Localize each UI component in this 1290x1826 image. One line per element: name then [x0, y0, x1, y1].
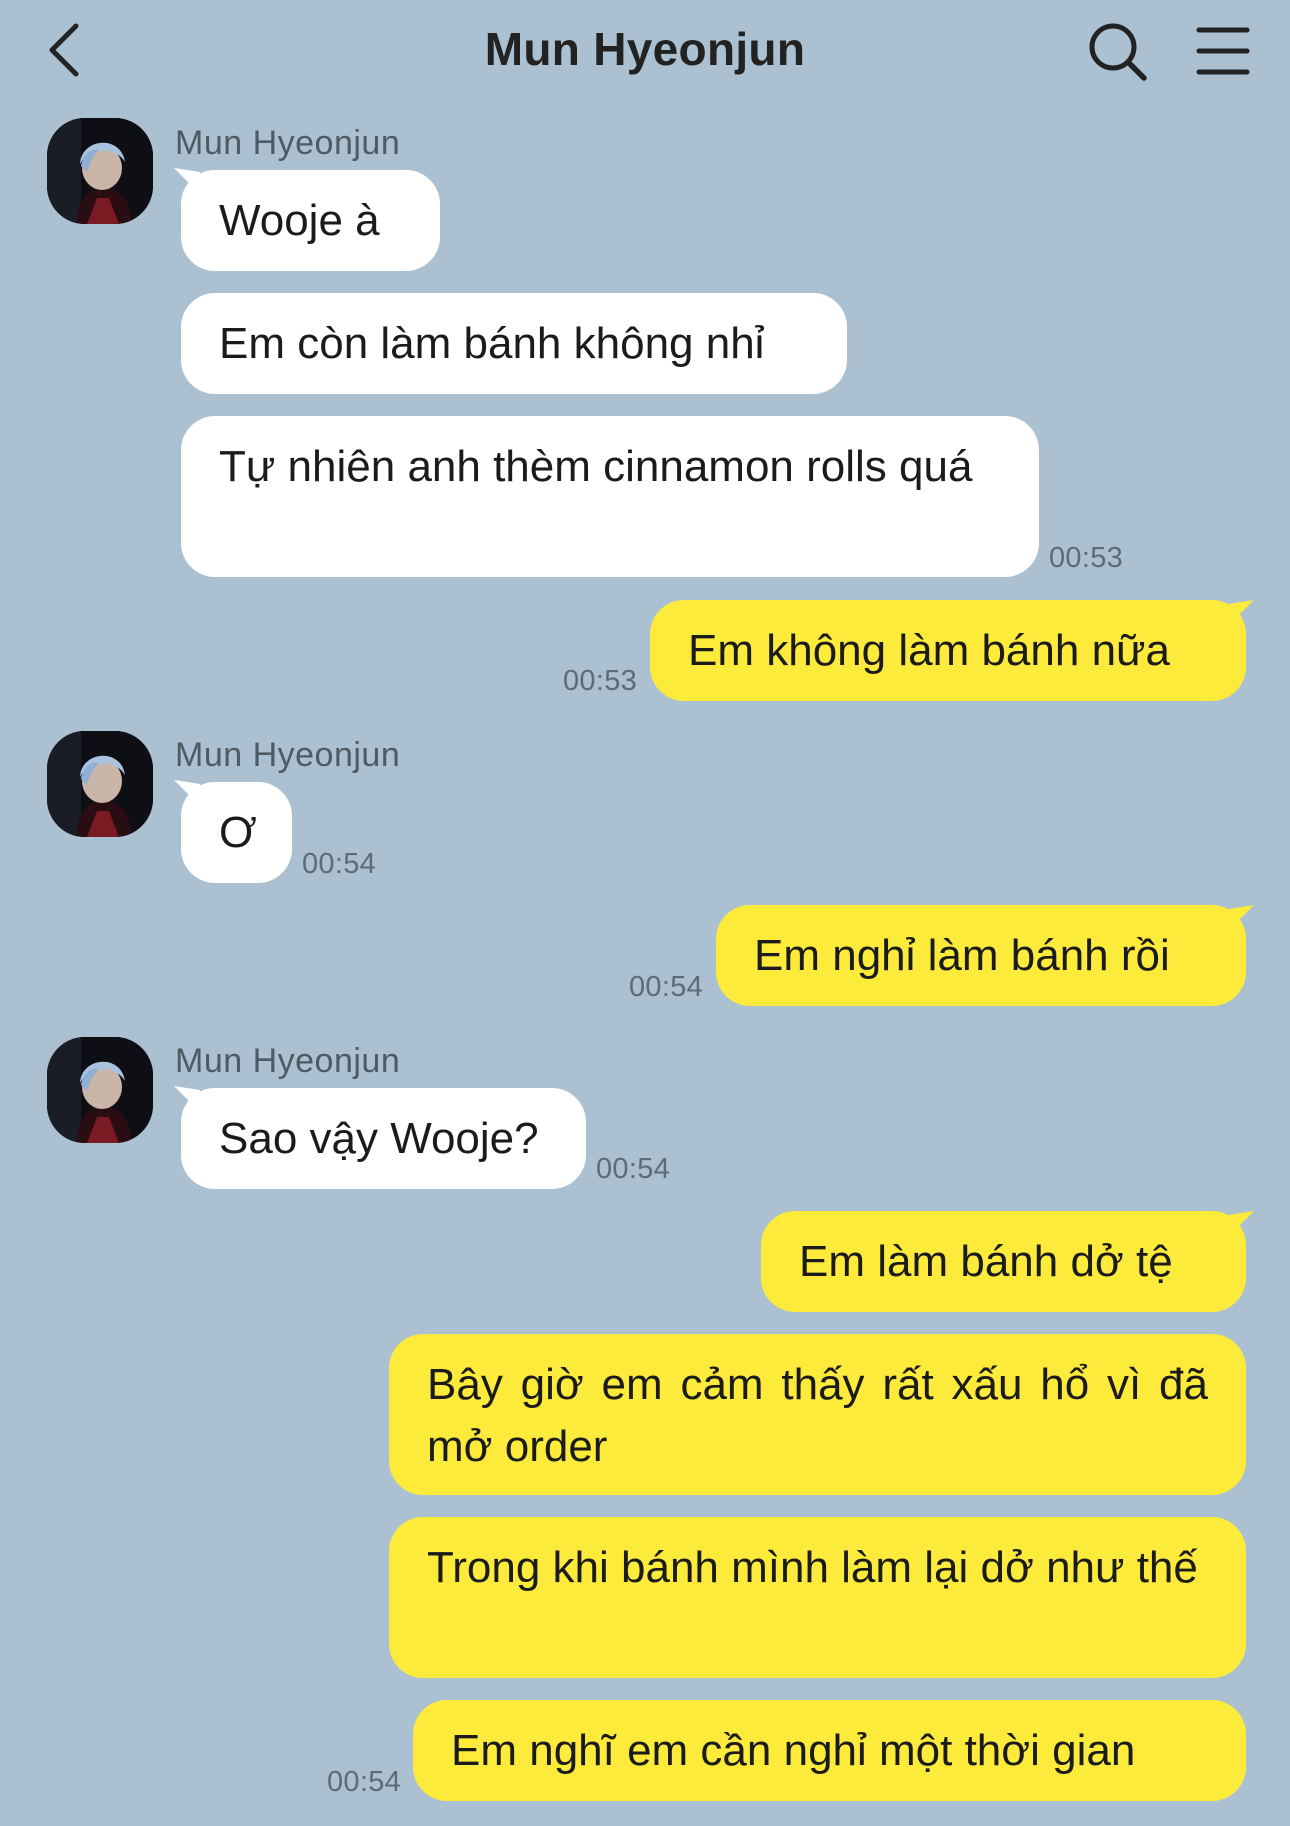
- menu-button[interactable]: [1196, 24, 1250, 78]
- message-bubble-incoming[interactable]: Em còn làm bánh không nhỉ: [181, 293, 847, 394]
- chat-header: Mun Hyeonjun: [0, 0, 1290, 100]
- sender-name: Mun Hyeonjun: [175, 1042, 401, 1080]
- message-bubble-incoming[interactable]: Wooje à: [181, 170, 440, 271]
- message-timestamp: 00:53: [563, 665, 638, 697]
- avatar[interactable]: [47, 1037, 153, 1143]
- message-timestamp: 00:54: [596, 1153, 671, 1185]
- search-icon: [1089, 23, 1147, 81]
- search-button[interactable]: [1086, 20, 1150, 84]
- message-timestamp: 00:54: [327, 1766, 402, 1798]
- avatar[interactable]: [47, 118, 153, 224]
- message-timestamp: 00:54: [302, 848, 377, 880]
- message-bubble-outgoing[interactable]: Em làm bánh dở tệ: [761, 1211, 1246, 1312]
- message-timestamp: 00:53: [1049, 542, 1124, 574]
- sender-name: Mun Hyeonjun: [175, 736, 401, 774]
- message-bubble-outgoing[interactable]: Bây giờ em cảm thấy rất xấu hổ vì đã mở …: [389, 1334, 1246, 1495]
- message-bubble-incoming[interactable]: Sao vậy Wooje?: [181, 1088, 586, 1189]
- message-bubble-outgoing[interactable]: Trong khi bánh mình làm lại dở như thế: [389, 1517, 1246, 1678]
- message-bubble-outgoing[interactable]: Em nghỉ làm bánh rồi: [716, 905, 1246, 1006]
- hamburger-menu-icon: [1196, 27, 1250, 75]
- message-timestamp: 00:54: [629, 971, 704, 1003]
- sender-name: Mun Hyeonjun: [175, 124, 401, 162]
- avatar[interactable]: [47, 731, 153, 837]
- message-bubble-incoming[interactable]: Ơ: [181, 782, 292, 883]
- message-bubble-incoming[interactable]: Tự nhiên anh thèm cinnamon rolls quá: [181, 416, 1039, 577]
- message-bubble-outgoing[interactable]: Em nghĩ em cần nghỉ một thời gian: [413, 1700, 1246, 1801]
- message-bubble-outgoing[interactable]: Em không làm bánh nữa: [650, 600, 1246, 701]
